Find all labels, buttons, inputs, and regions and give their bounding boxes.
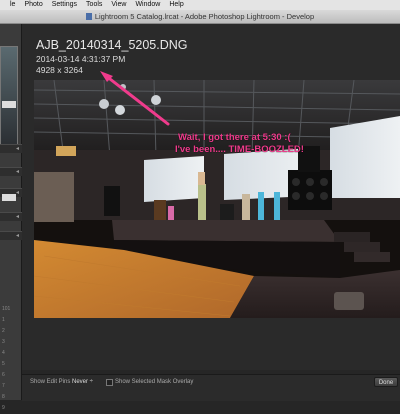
history-number: 7 <box>2 383 5 389</box>
bottom-toolbar: Show Edit Pins : Never ÷ Show Selected M… <box>22 374 400 401</box>
show-mask-overlay-checkbox[interactable] <box>106 379 113 386</box>
show-edit-pins-select[interactable]: Never ÷ <box>72 378 93 386</box>
history-number: 2 <box>2 328 5 334</box>
panel-header[interactable]: ◂ <box>0 167 22 176</box>
navigator-thumbnail[interactable] <box>0 46 18 146</box>
history-number: 3 <box>2 339 5 345</box>
annotation-text: Wait, I got there at 5:30 :( I've been..… <box>175 132 304 156</box>
panel-header[interactable]: ◂ <box>0 212 22 221</box>
show-mask-overlay-label: Show Selected Mask Overlay <box>115 379 194 385</box>
mac-menubar: le Photo Settings Tools View Window Help <box>0 0 400 10</box>
annotation-line-2: I've been.... TIME-BOOZLED! <box>175 144 304 155</box>
history-number-column: 101 1 2 3 4 5 6 7 8 9 <box>2 304 10 414</box>
photo-info-overlay: AJB_20140314_5205.DNG 2014-03-14 4:31:37… <box>36 38 188 75</box>
done-button[interactable]: Done <box>374 377 398 387</box>
history-number: 101 <box>2 306 11 312</box>
menu-item-window[interactable]: Window <box>135 0 160 10</box>
catalog-document-icon <box>85 13 92 20</box>
photo-capture-datetime: 2014-03-14 4:31:37 PM <box>36 54 126 64</box>
event-hall-photo <box>34 80 400 318</box>
panel-swatch <box>2 101 16 108</box>
history-number: 4 <box>2 350 5 356</box>
menu-item-tools[interactable]: Tools <box>86 0 102 10</box>
annotation-line-1: Wait, I got there at 5:30 :( <box>178 132 291 143</box>
history-number: 9 <box>2 405 5 411</box>
menu-item-settings[interactable]: Settings <box>52 0 77 10</box>
history-number: 5 <box>2 361 5 367</box>
photo-dimensions: 4928 x 3264 <box>36 65 83 75</box>
window-title-text: Lightroom 5 Catalog.lrcat - Adobe Photos… <box>94 12 315 21</box>
menu-item-view[interactable]: View <box>111 0 126 10</box>
collapse-triangle-icon: ◂ <box>15 146 19 152</box>
menu-item-photo[interactable]: Photo <box>24 0 42 10</box>
collapse-triangle-icon: ◂ <box>15 190 19 196</box>
collapse-triangle-icon: ◂ <box>15 233 19 239</box>
show-edit-pins-label: Show Edit Pins : <box>30 379 74 385</box>
photo-preview[interactable] <box>34 80 400 318</box>
photo-filename: AJB_20140314_5205.DNG <box>36 38 188 52</box>
history-number: 1 <box>2 317 5 323</box>
panel-header[interactable]: ◂ <box>0 144 22 153</box>
history-number: 6 <box>2 372 5 378</box>
menu-item-app[interactable]: le <box>10 0 15 10</box>
menu-item-help[interactable]: Help <box>169 0 183 10</box>
left-panel: ◂ ◂ ◂ ◂ ◂ 101 1 2 3 4 5 6 7 8 9 <box>0 24 22 411</box>
panel-header[interactable]: ◂ <box>0 231 22 240</box>
panel-swatch <box>2 194 16 201</box>
window-titlebar: Lightroom 5 Catalog.lrcat - Adobe Photos… <box>0 10 400 24</box>
collapse-triangle-icon: ◂ <box>15 169 19 175</box>
collapse-triangle-icon: ◂ <box>15 214 19 220</box>
window-title: Lightroom 5 Catalog.lrcat - Adobe Photos… <box>0 10 400 24</box>
history-number: 8 <box>2 394 5 400</box>
